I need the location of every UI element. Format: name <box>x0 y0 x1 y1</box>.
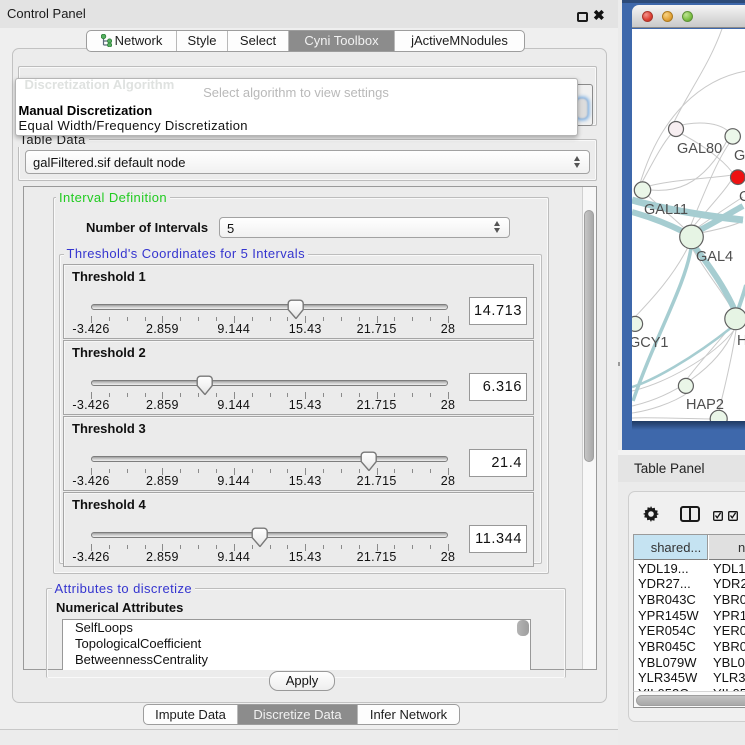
svg-text:CY: CY <box>739 189 745 205</box>
svg-text:GAL4: GAL4 <box>696 249 733 265</box>
svg-text:GAL: GAL <box>734 148 745 164</box>
svg-text:GCY1: GCY1 <box>632 335 669 351</box>
svg-text:GAL11: GAL11 <box>644 202 688 218</box>
svg-text:H: H <box>737 333 745 349</box>
svg-text:GAL80: GAL80 <box>677 141 722 157</box>
svg-text:HAP2: HAP2 <box>686 397 724 413</box>
